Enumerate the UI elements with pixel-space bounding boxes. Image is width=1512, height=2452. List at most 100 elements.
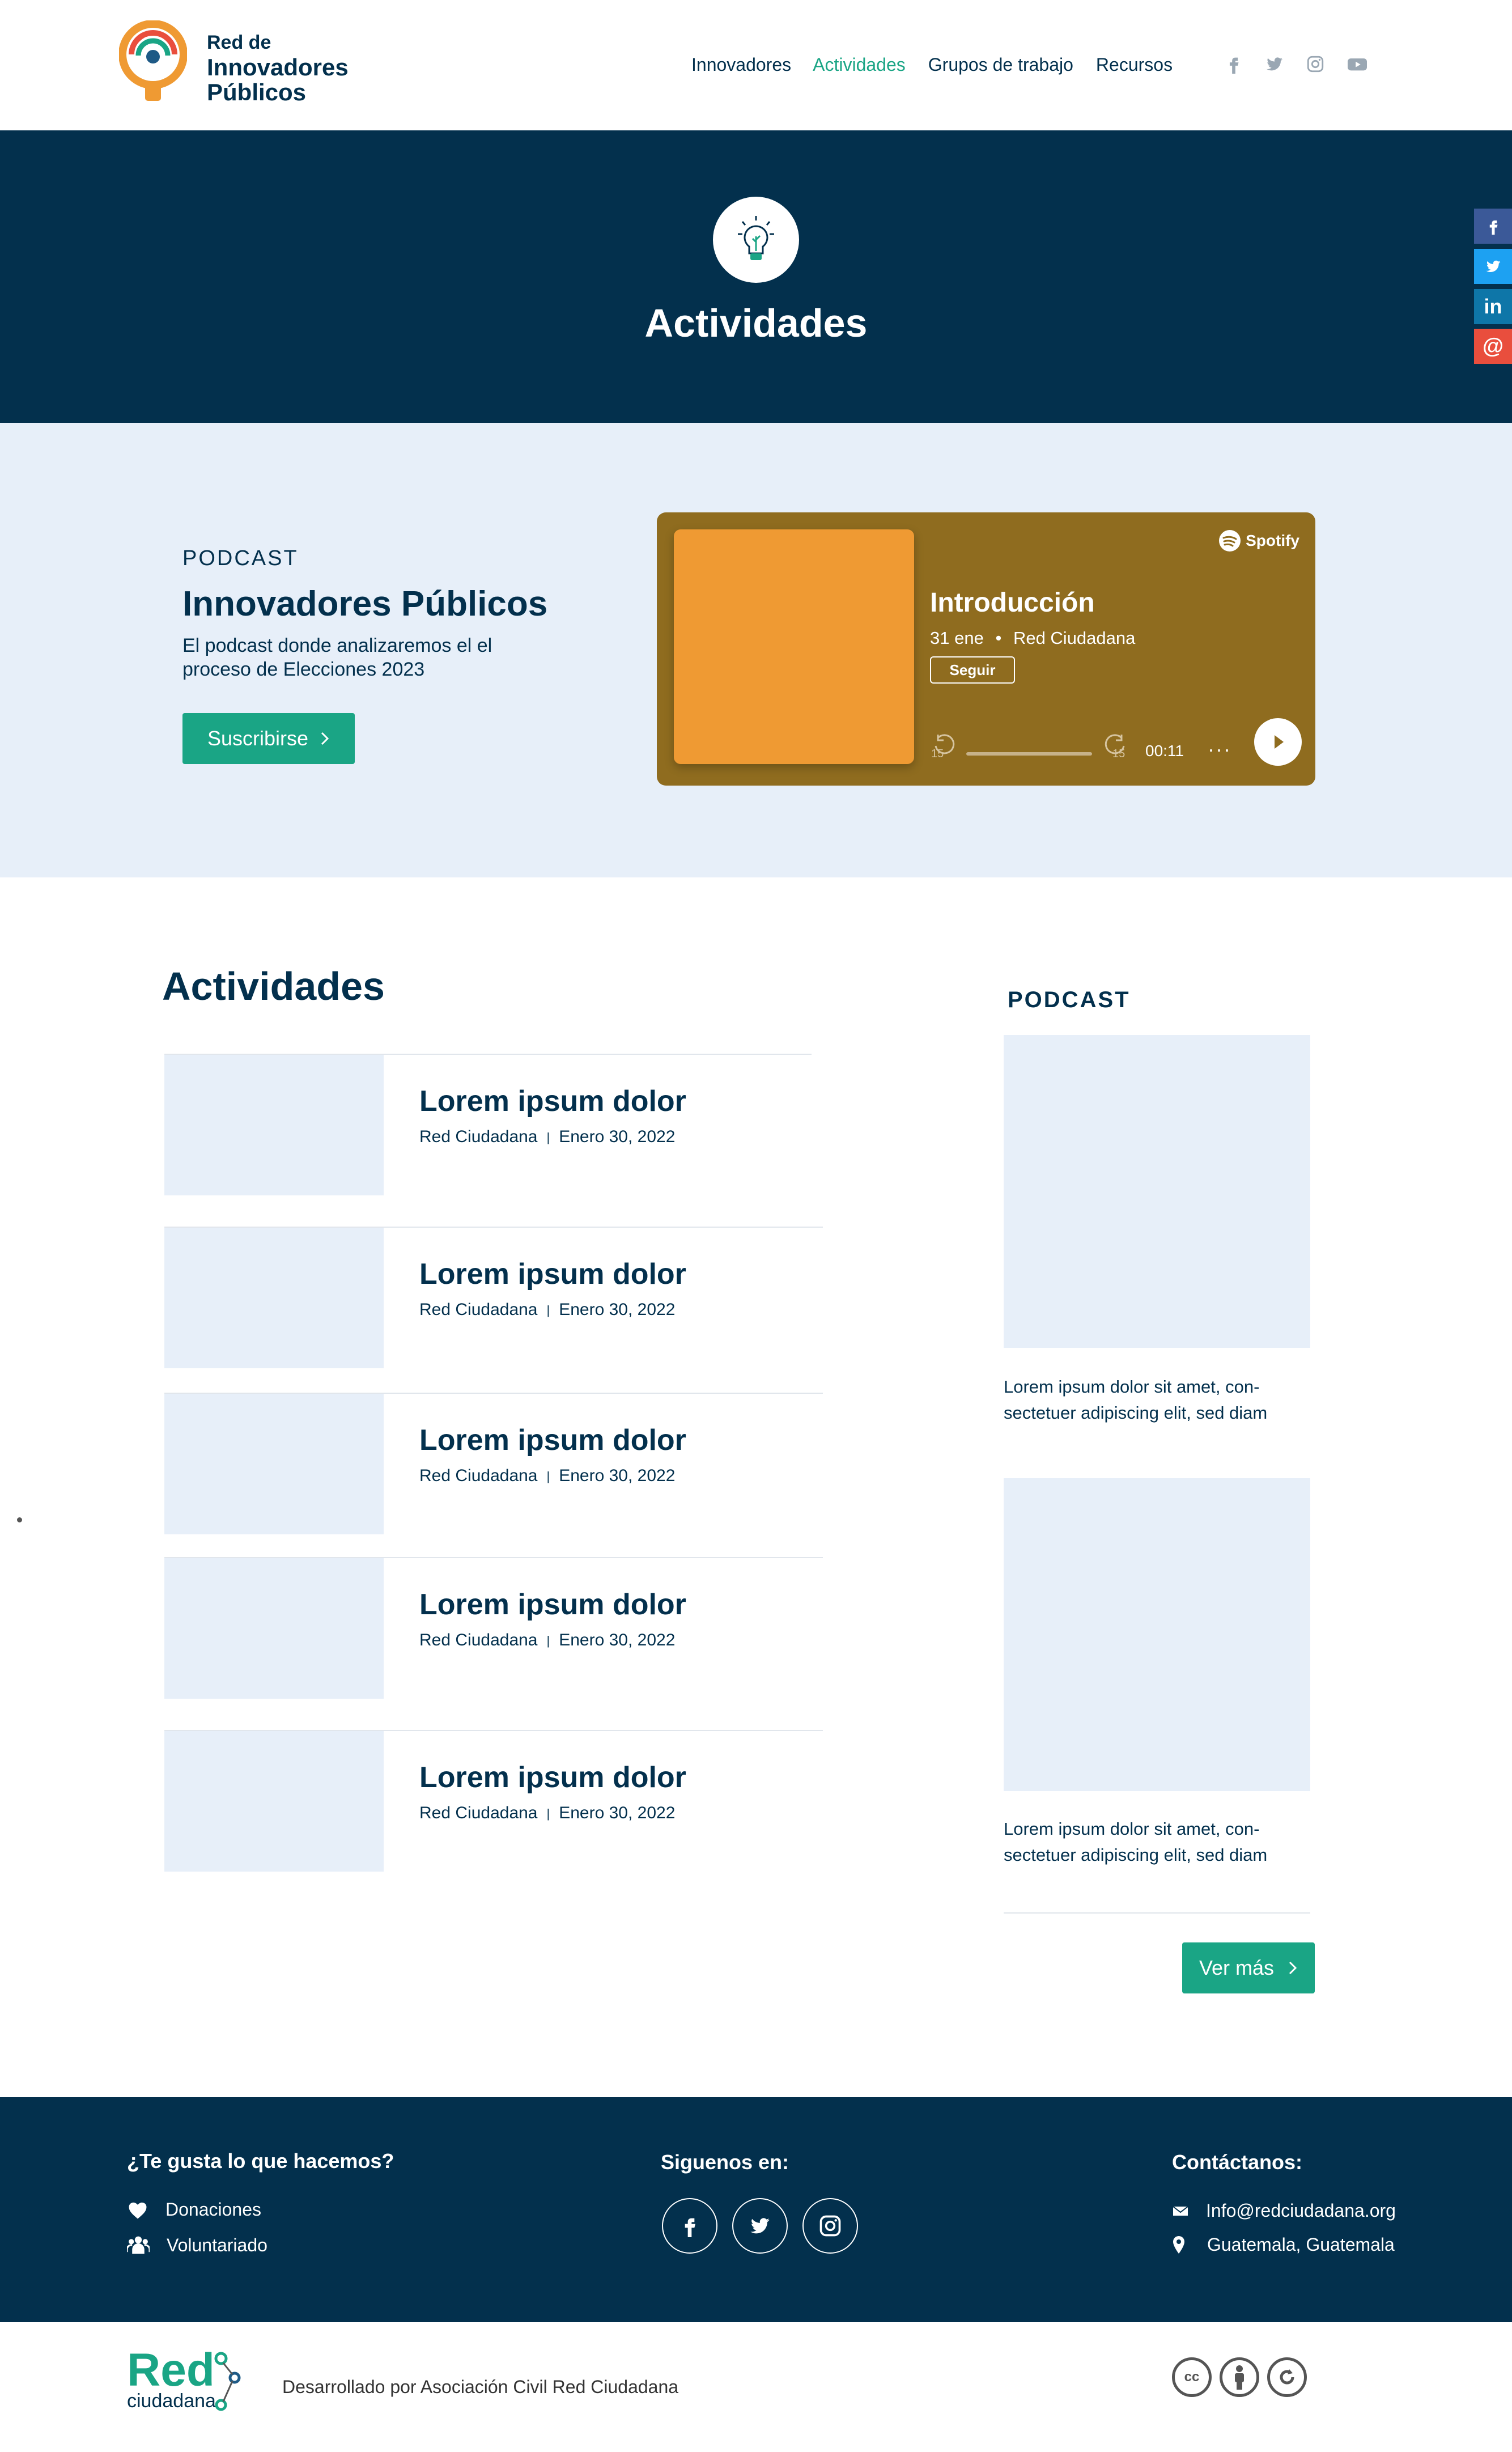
- activity-author: Red Ciudadana: [419, 1300, 538, 1319]
- activity-item[interactable]: Lorem ipsum dolor Red Ciudadana | Enero 30…: [164, 1054, 812, 1195]
- red-ciudadana-logo[interactable]: Red ciudadana: [127, 2347, 241, 2412]
- page-title: Actividades: [644, 301, 868, 345]
- see-more-button[interactable]: Ver más: [1182, 1942, 1315, 1993]
- nav-recursos[interactable]: Recursos: [1096, 54, 1173, 75]
- nav-grupos-de-trabajo[interactable]: Grupos de trabajo: [928, 54, 1073, 75]
- activity-date: Enero 30, 2022: [559, 1804, 676, 1822]
- linkedin-icon: in: [1484, 295, 1502, 318]
- activity-title[interactable]: Lorem ipsum dolor: [419, 1588, 686, 1622]
- activity-title[interactable]: Lorem ipsum dolor: [419, 1084, 686, 1118]
- spotify-icon: [1219, 530, 1241, 552]
- share-twitter-button[interactable]: [1474, 249, 1512, 284]
- logo-icon[interactable]: [119, 20, 187, 111]
- facebook-icon: [685, 2218, 695, 2237]
- sidebar-card-image[interactable]: [1004, 1035, 1310, 1348]
- activity-title[interactable]: Lorem ipsum dolor: [419, 1257, 686, 1291]
- site-header: Red de Innovadores Públicos Innovadores …: [0, 0, 1512, 130]
- spotify-player: Spotify Introducción 31 ene • Red Ciudad…: [657, 512, 1315, 786]
- sidebar-card-text-line: sectetuer adipiscing elit, sed diam: [1004, 1845, 1268, 1865]
- activity-meta: Red Ciudadana | Enero 30, 2022: [419, 1127, 676, 1146]
- donations-link[interactable]: Donaciones: [127, 2199, 261, 2220]
- facebook-icon: [1489, 220, 1497, 235]
- activity-date: Enero 30, 2022: [559, 1631, 676, 1649]
- playback-time: 00:11: [1145, 742, 1184, 760]
- skip-forward-value: 15: [1112, 748, 1125, 758]
- activity-item[interactable]: Lorem ipsum dolor Red Ciudadana | Enero 30…: [164, 1227, 823, 1368]
- by-icon[interactable]: [1220, 2357, 1259, 2397]
- activity-title[interactable]: Lorem ipsum dolor: [419, 1760, 686, 1795]
- twitter-icon[interactable]: [1265, 54, 1284, 74]
- instagram-icon[interactable]: [1306, 54, 1325, 74]
- play-button[interactable]: [1254, 718, 1302, 766]
- share-email-button[interactable]: @: [1474, 329, 1512, 364]
- footer-twitter-button[interactable]: [732, 2198, 788, 2254]
- footer-social-title: Siguenos en:: [661, 2150, 789, 2174]
- podcast-title: Innovadores Públicos: [182, 584, 548, 623]
- bullet-dot: [17, 1517, 22, 1522]
- share-linkedin-button[interactable]: in: [1474, 289, 1512, 324]
- spotify-label: Spotify: [1246, 532, 1299, 549]
- spotify-logo[interactable]: Spotify: [1218, 529, 1299, 552]
- episode-title[interactable]: Introducción: [930, 587, 1095, 618]
- activity-author: Red Ciudadana: [419, 1466, 538, 1485]
- activity-item[interactable]: Lorem ipsum dolor Red Ciudadana | Enero 30…: [164, 1393, 823, 1534]
- activity-thumbnail[interactable]: [164, 1731, 384, 1872]
- activity-item[interactable]: Lorem ipsum dolor Red Ciudadana | Enero 30…: [164, 1730, 823, 1872]
- more-options-button[interactable]: ···: [1208, 737, 1231, 761]
- volunteering-link[interactable]: Voluntariado: [127, 2234, 267, 2256]
- activity-thumbnail[interactable]: [164, 1558, 384, 1699]
- heart-icon: [129, 2202, 147, 2218]
- activity-title[interactable]: Lorem ipsum dolor: [419, 1423, 686, 1457]
- people-icon: [127, 2236, 150, 2254]
- progress-bar[interactable]: [966, 752, 1092, 756]
- chevron-right-icon: [1289, 1961, 1297, 1975]
- podcast-kicker: PODCAST: [182, 546, 299, 570]
- developed-by-text[interactable]: Desarrollado por Asociación Civil Red Ci…: [282, 2377, 678, 2398]
- share-facebook-button[interactable]: [1474, 209, 1512, 244]
- youtube-icon[interactable]: [1347, 54, 1367, 74]
- sidebar-card-text-line: sectetuer adipiscing elit, sed diam: [1004, 1403, 1268, 1423]
- logo-line-1: Red de: [207, 32, 271, 53]
- sa-icon[interactable]: [1267, 2357, 1307, 2397]
- activity-date: Enero 30, 2022: [559, 1127, 676, 1146]
- sidebar-card-text[interactable]: Lorem ipsum dolor sit amet, con- sectetu…: [1004, 1816, 1321, 1868]
- footer-instagram-button[interactable]: [802, 2198, 858, 2254]
- divider: [1004, 1912, 1310, 1914]
- sidebar-card-image[interactable]: [1004, 1478, 1310, 1791]
- contact-email-label: Info@redciudadana.org: [1206, 2200, 1396, 2221]
- activity-date: Enero 30, 2022: [559, 1466, 676, 1485]
- sidebar-card-text-line: Lorem ipsum dolor sit amet, con-: [1004, 1377, 1260, 1397]
- contact-email[interactable]: Info@redciudadana.org: [1172, 2200, 1396, 2221]
- contact-location-label: Guatemala, Guatemala: [1207, 2234, 1395, 2255]
- logo-line-2: Innovadores: [207, 54, 349, 80]
- skip-forward-button[interactable]: 15: [1100, 733, 1129, 762]
- episode-meta: 31 ene • Red Ciudadana: [930, 628, 1136, 648]
- cc-icon[interactable]: cc: [1172, 2357, 1212, 2397]
- footer-contact-title: Contáctanos:: [1172, 2150, 1303, 2174]
- podcast-section: PODCAST Innovadores Públicos El podcast …: [0, 423, 1512, 877]
- activity-author: Red Ciudadana: [419, 1631, 538, 1649]
- see-more-label: Ver más: [1199, 1956, 1275, 1979]
- skip-back-value: 15: [931, 748, 944, 758]
- activity-item[interactable]: Lorem ipsum dolor Red Ciudadana | Enero 30…: [164, 1557, 823, 1699]
- header-social-links: [1224, 54, 1367, 74]
- episode-show[interactable]: Red Ciudadana: [1013, 628, 1135, 648]
- nav-actividades[interactable]: Actividades: [813, 54, 906, 75]
- activity-thumbnail[interactable]: [164, 1228, 384, 1368]
- episode-cover: [674, 529, 914, 764]
- site-footer: ¿Te gusta lo que hacemos? Donaciones Vol…: [0, 2097, 1512, 2322]
- activities-heading: Actividades: [162, 964, 385, 1008]
- bottom-bar: Red ciudadana Desarrollado por Asociació…: [0, 2322, 1512, 2452]
- skip-back-button[interactable]: 15: [930, 733, 959, 762]
- nav-innovadores[interactable]: Innovadores: [691, 54, 791, 75]
- facebook-icon[interactable]: [1224, 54, 1243, 74]
- subscribe-button[interactable]: Suscribirse: [182, 713, 355, 764]
- episode-date: 31 ene: [930, 628, 984, 648]
- activity-meta: Red Ciudadana | Enero 30, 2022: [419, 1466, 676, 1485]
- follow-button[interactable]: Seguir: [930, 656, 1015, 684]
- volunteering-label: Voluntariado: [167, 2234, 267, 2255]
- activity-thumbnail[interactable]: [164, 1055, 384, 1195]
- activity-thumbnail[interactable]: [164, 1394, 384, 1534]
- footer-facebook-button[interactable]: [662, 2198, 717, 2254]
- sidebar-card-text[interactable]: Lorem ipsum dolor sit amet, con- sectetu…: [1004, 1374, 1321, 1426]
